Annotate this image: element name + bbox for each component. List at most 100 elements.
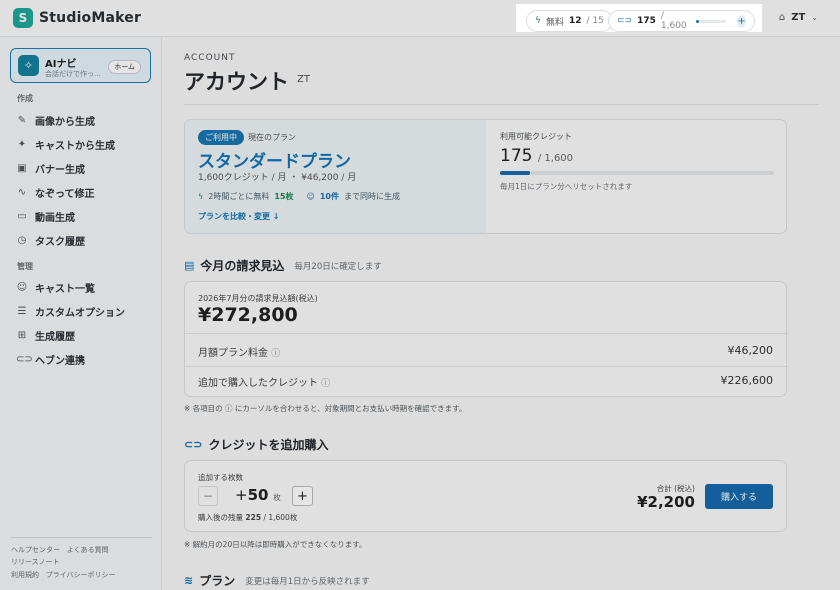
billing-title: 今月の請求見込: [200, 259, 285, 273]
row-divider: [185, 333, 788, 334]
total-amount: ¥2,200: [637, 493, 695, 511]
buy-button[interactable]: 購入する: [705, 484, 773, 509]
sidebar-item-trace[interactable]: ∿ なぞって修正: [16, 185, 95, 200]
qty-sign: +: [235, 486, 248, 504]
credits-widget-highlight: ϟ 無料 12 / 15 ⊂⊃ 175 / 1,600 +: [516, 4, 762, 32]
free-total: / 15: [586, 16, 604, 26]
link-icon: ⊂⊃: [617, 16, 633, 26]
ai-navi-title: AIナビ: [45, 59, 77, 70]
free-feature-value: 15枚: [274, 192, 294, 201]
add-credits-button[interactable]: +: [737, 14, 746, 28]
users-icon: ☺: [16, 282, 28, 293]
qty-label: 追加する枚数: [198, 473, 243, 482]
billing-card: 2026年7月分の請求見込額(税込) ¥272,800 月額プラン料金 ⓘ ¥4…: [184, 281, 788, 397]
purchase-card: 追加する枚数 − +50 枚 + 購入後の残量 225 / 1,600枚 合計 …: [184, 460, 787, 532]
users-icon: ☺: [306, 192, 315, 201]
section-label-create: 作成: [17, 94, 33, 103]
privacy-link[interactable]: プライバシーポリシー: [46, 571, 116, 579]
free-label: 無料: [545, 17, 564, 28]
app-name: StudioMaker: [39, 10, 142, 26]
plan-name: スタンダードプラン: [198, 152, 351, 172]
footer-divider: [11, 537, 152, 538]
credits-pill[interactable]: ⊂⊃ 175 / 1,600 +: [608, 10, 755, 32]
video-icon: ▭: [17, 211, 27, 222]
plans-sub: 変更は毎月1日から反映されます: [245, 576, 370, 587]
billing-row-label: 追加で購入したクレジット ⓘ: [198, 378, 331, 389]
billing-heading: ▤ 今月の請求見込 毎月20日に確定します: [184, 257, 382, 274]
sidebar-item-cast-gen[interactable]: ✦ キャストから生成: [16, 137, 115, 152]
compare-plans-link[interactable]: プランを比較・変更 ↓: [198, 211, 280, 222]
plan-description: 1,600クレジット / 月 ・ ¥46,200 / 月: [198, 173, 357, 183]
sidebar-item-history[interactable]: ⊞ 生成履歴: [16, 328, 75, 343]
credits-current: 175: [637, 16, 656, 26]
billing-row-value: ¥226,600: [720, 374, 774, 387]
plan-card: ご利用中 現在のプラン スタンダードプラン 1,600クレジット / 月 ・ ¥…: [184, 119, 787, 234]
credits-total: / 1,600: [537, 153, 574, 164]
footer-links-row1: ヘルプセンター よくある質問: [11, 545, 109, 555]
credits-current: 175: [500, 146, 533, 166]
sliders-icon: ☰: [17, 306, 27, 317]
sidebar-item-casts[interactable]: ☺ キャスト一覧: [16, 280, 95, 295]
receipt-icon: ▤: [184, 259, 195, 272]
app-logo[interactable]: S: [13, 8, 33, 28]
sidebar-item-tasks[interactable]: ◷ タスク履歴: [16, 233, 85, 248]
credits-mini-bar: [695, 19, 727, 23]
billing-row-value: ¥46,200: [727, 344, 774, 357]
credits-reset-note: 毎月1日にプラン分へリセットされます: [500, 182, 633, 191]
free-feature-label: 2時間ごとに無料: [208, 192, 270, 201]
help-link[interactable]: ヘルプセンター: [11, 546, 60, 554]
increase-button[interactable]: +: [292, 486, 313, 506]
sidebar-item-heaven[interactable]: ⊂⊃ ヘブン連携: [16, 352, 85, 367]
layers-icon: ≋: [184, 574, 194, 587]
link-icon: ⊂⊃: [16, 354, 33, 365]
sidebar-item-banner[interactable]: ▣ バナー生成: [16, 161, 85, 176]
sidebar-item-label: 画像から生成: [35, 117, 95, 128]
footer-links-row3: 利用規約 プライバシーポリシー: [11, 570, 116, 580]
home-badge[interactable]: ホーム: [108, 60, 141, 74]
concurrent-label: まで同時に生成: [344, 192, 400, 201]
page-eyebrow: ACCOUNT: [184, 53, 236, 63]
plans-heading: ≋ プラン 変更は毎月1日から反映されます: [184, 572, 370, 589]
purchase-heading: ⊂⊃ クレジットを追加購入: [184, 436, 328, 453]
after-value: 225: [245, 513, 262, 522]
title-divider: [184, 104, 819, 105]
link-icon: ⊂⊃: [184, 438, 203, 451]
bolt-icon: ϟ: [198, 192, 204, 201]
info-icon[interactable]: ⓘ: [271, 349, 280, 359]
trace-icon: ∿: [17, 187, 27, 198]
estimate-label: 2026年7月分の請求見込額(税込): [198, 294, 318, 303]
credits-value: 175 / 1,600: [500, 146, 573, 166]
info-icon[interactable]: ⓘ: [321, 379, 330, 389]
image-icon: ▣: [17, 163, 27, 174]
credits-label: 利用可能クレジット: [500, 132, 572, 141]
purchase-note: ※ 解約月の20日以降は即時購入ができなくなります。: [184, 540, 367, 549]
sidebar-item-video[interactable]: ▭ 動画生成: [16, 209, 75, 224]
billing-row-label: 月額プラン料金 ⓘ: [198, 348, 281, 359]
plans-title: プラン: [199, 574, 236, 588]
credits-progress: [500, 171, 774, 175]
purchase-title: クレジットを追加購入: [208, 438, 329, 452]
decrease-button[interactable]: −: [198, 486, 218, 506]
sparkle-icon: ✦: [17, 139, 27, 150]
bolt-icon: ϟ: [535, 16, 541, 26]
release-notes-link[interactable]: リリースノート: [11, 557, 60, 567]
sidebar-item-label: 生成履歴: [35, 332, 75, 343]
free-counter-pill[interactable]: ϟ 無料 12 / 15: [526, 10, 613, 32]
page-title: アカウント: [184, 70, 289, 94]
sidebar-item-label: なぞって修正: [35, 189, 95, 200]
billing-sub: 毎月20日に確定します: [294, 261, 382, 272]
sidebar-item-image-gen[interactable]: ✎ 画像から生成: [16, 113, 95, 128]
faq-link[interactable]: よくある質問: [67, 546, 109, 554]
account-initials: ZT: [791, 12, 806, 23]
credits-total: / 1,600: [660, 11, 687, 31]
ai-navi-card[interactable]: ✧ AIナビ 会話だけで作っ… ホーム: [10, 48, 151, 83]
sidebar-item-label: バナー生成: [35, 165, 85, 176]
ai-navi-subtitle: 会話だけで作っ…: [45, 70, 101, 78]
current-plan-label: 現在のプラン: [248, 133, 296, 142]
qty-value: +50 枚: [235, 486, 281, 504]
sidebar-item-label: キャスト一覧: [35, 284, 95, 295]
terms-link[interactable]: 利用規約: [11, 571, 39, 579]
account-menu[interactable]: ⌂ ZT ⌄: [779, 12, 818, 23]
sidebar-item-custom[interactable]: ☰ カスタムオプション: [16, 304, 125, 319]
sidebar-item-label: カスタムオプション: [35, 308, 125, 319]
